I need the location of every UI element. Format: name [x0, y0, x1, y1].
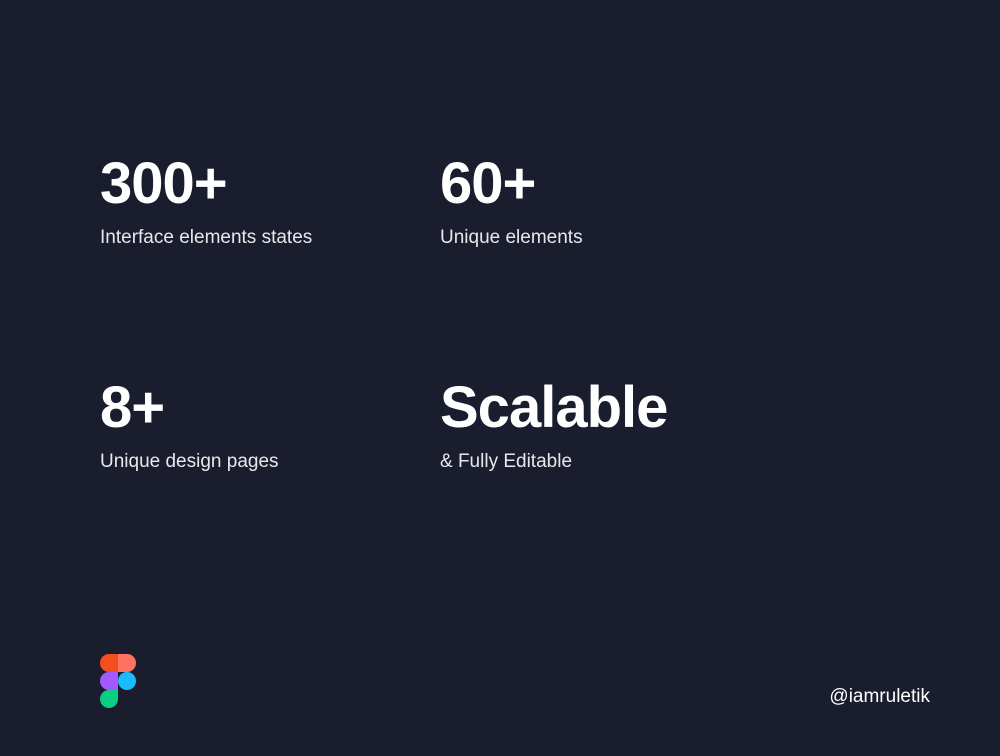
stat-value: 8+ — [100, 379, 440, 437]
author-handle: @iamruletik — [829, 686, 930, 708]
stat-label: Unique elements — [440, 227, 780, 249]
stat-block-scalable: Scalable & Fully Editable — [440, 379, 780, 473]
footer: @iamruletik — [100, 654, 930, 708]
stat-value: 300+ — [100, 155, 440, 213]
stat-label: & Fully Editable — [440, 451, 780, 473]
figma-logo-icon — [100, 654, 136, 708]
stat-value: 60+ — [440, 155, 780, 213]
stat-block-design-pages: 8+ Unique design pages — [100, 379, 440, 473]
stat-value: Scalable — [440, 379, 780, 437]
stat-block-elements-states: 300+ Interface elements states — [100, 155, 440, 249]
stat-label: Interface elements states — [100, 227, 440, 249]
stat-label: Unique design pages — [100, 451, 440, 473]
stats-grid: 300+ Interface elements states 60+ Uniqu… — [100, 155, 780, 473]
stat-block-unique-elements: 60+ Unique elements — [440, 155, 780, 249]
